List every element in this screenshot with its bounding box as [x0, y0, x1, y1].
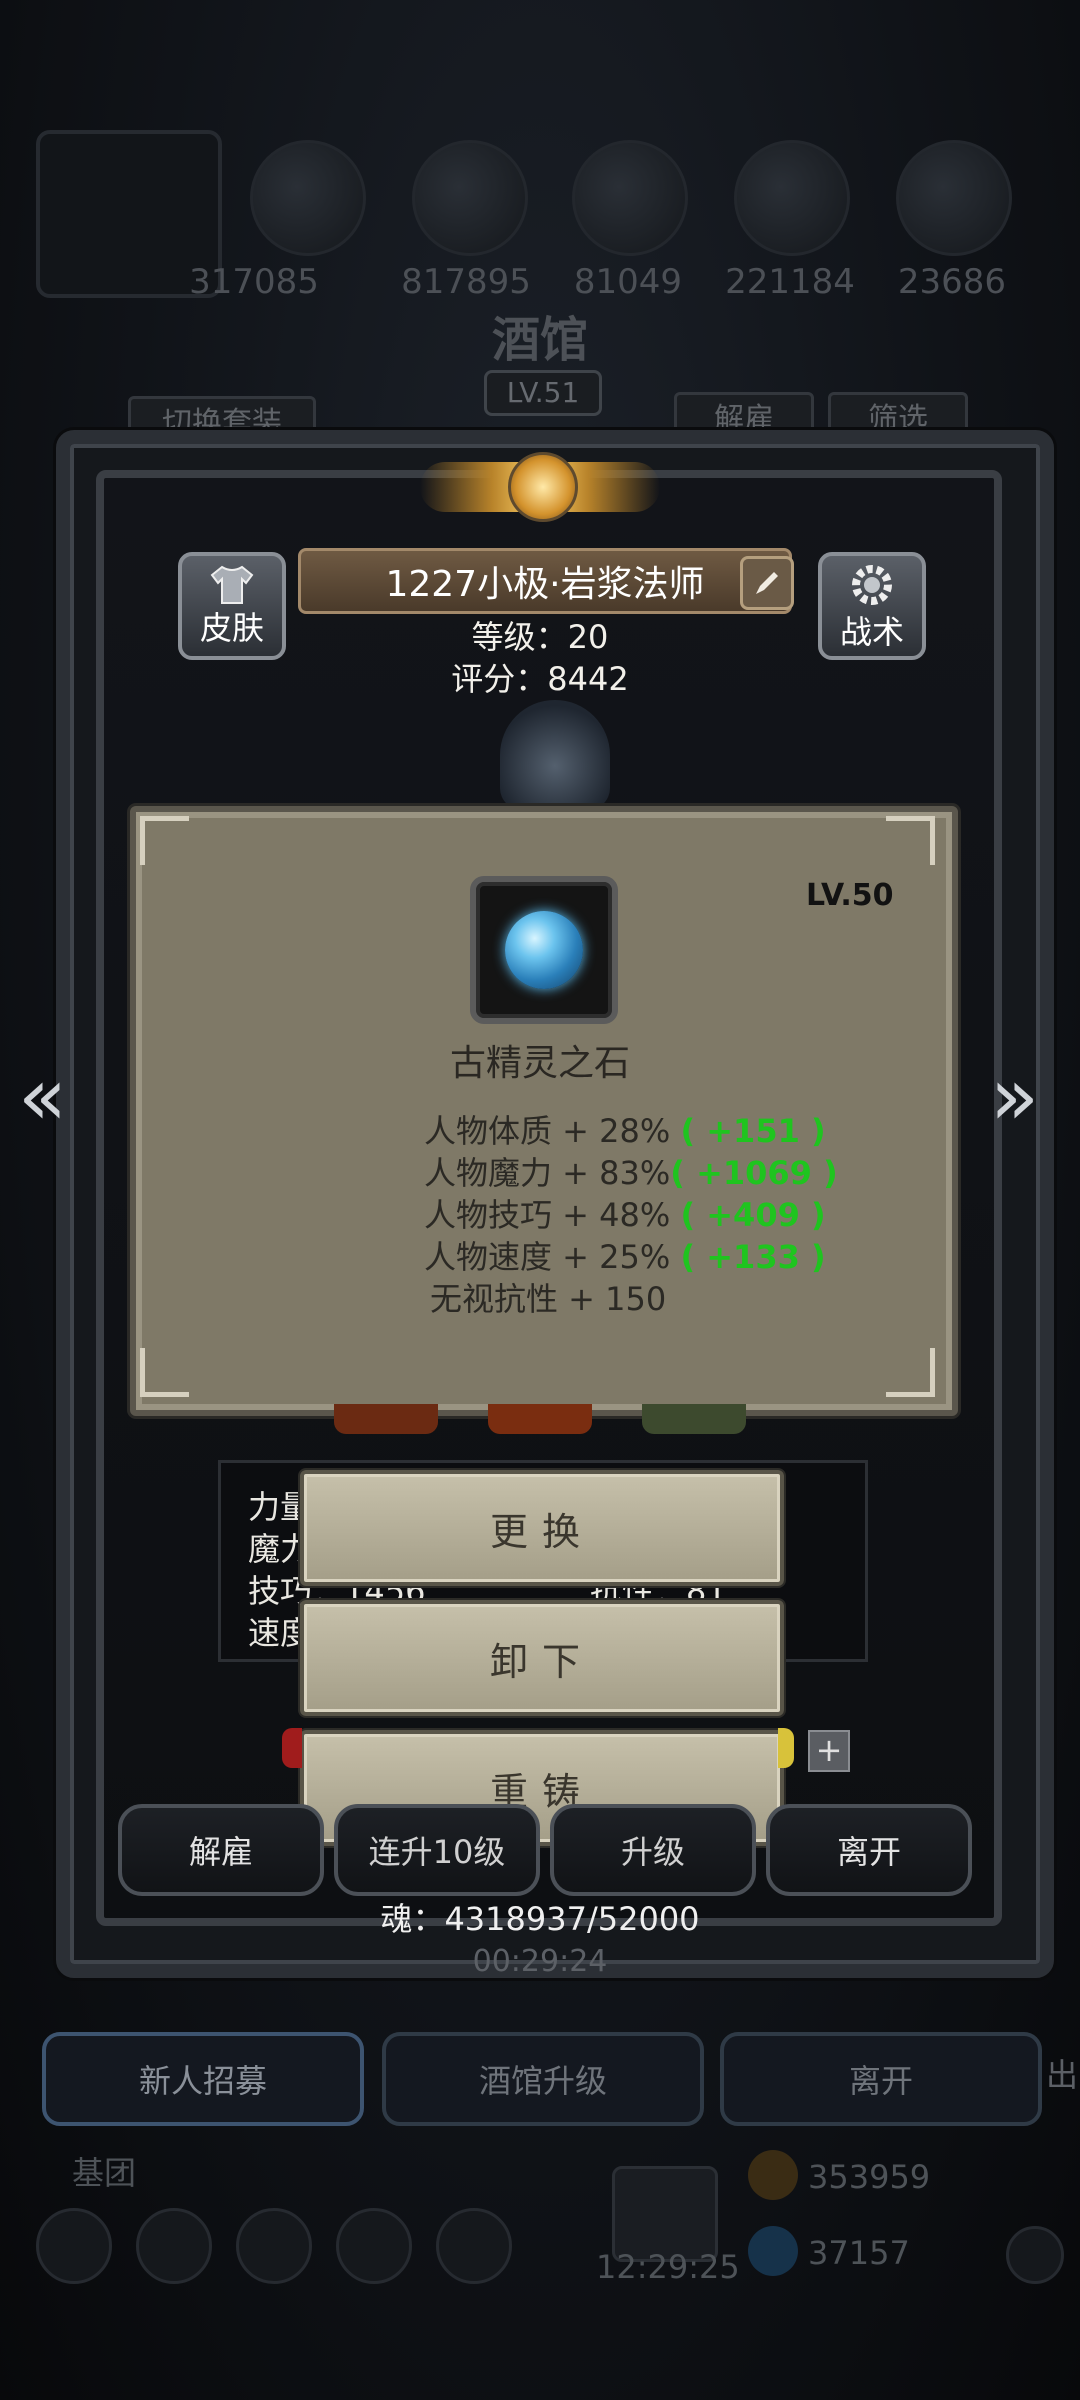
tavern-level-badge: LV.51 [484, 370, 602, 416]
item-icon-slot [470, 876, 618, 1024]
leave-button[interactable]: 离开 [766, 1804, 972, 1896]
attribute-bonus: ( +133 ) [680, 1238, 826, 1276]
tavern-title: 酒馆 [491, 312, 588, 368]
popup-corner [140, 1348, 189, 1397]
tavern-leave-button[interactable]: 离开 [720, 2032, 1042, 2126]
exp-bar [282, 1728, 302, 1768]
gem-amount: 37157 [808, 2234, 910, 2272]
shirt-icon [210, 565, 254, 604]
footer-clock: 12:29:25 [596, 2248, 740, 2286]
footer-icon-1[interactable] [36, 2208, 112, 2284]
resource-icon-1 [250, 140, 366, 256]
resource-icon-3 [572, 140, 688, 256]
resource-value-4: 221184 [725, 262, 855, 302]
attribute-bonus: ( +409 ) [680, 1196, 826, 1234]
emblem-icon [508, 452, 578, 522]
level-up-10-button[interactable]: 连升10级 [334, 1804, 540, 1896]
hero-score: 评分：8442 [451, 660, 629, 698]
group-label: 基团 [72, 2154, 137, 2192]
gold-coin-icon [748, 2150, 798, 2200]
attribute-text: 人物技巧 + 48% [424, 1196, 681, 1234]
footer-icon-3[interactable] [236, 2208, 312, 2284]
item-name: 古精灵之石 [449, 1043, 630, 1084]
gear-icon [852, 565, 892, 605]
item-attribute: 人物魔力 + 83%( +1069 ) [424, 1148, 838, 1194]
tactics-button[interactable]: 战术 [818, 552, 926, 660]
resource-value-5: 23686 [897, 262, 1007, 302]
popup-corner [140, 816, 189, 865]
hero-name-plate: 1227小极·岩浆法师 [298, 548, 792, 614]
footer-icon-2[interactable] [136, 2208, 212, 2284]
attribute-bonus: ( +151 ) [680, 1112, 826, 1150]
item-attribute: 人物速度 + 25% ( +133 ) [424, 1232, 826, 1278]
resource-icon-4 [734, 140, 850, 256]
equip-slot-3[interactable] [642, 1404, 746, 1434]
upgrade-button[interactable]: 升级 [550, 1804, 756, 1896]
add-currency-icon[interactable] [1006, 2226, 1064, 2284]
attribute-text: 无视抗性 + 150 [430, 1280, 667, 1318]
item-attribute: 人物体质 + 28% ( +151 ) [424, 1106, 826, 1152]
item-level: LV.50 [806, 878, 894, 913]
attribute-text: 人物体质 + 28% [424, 1112, 681, 1150]
tavern-upgrade-button[interactable]: 酒馆升级 [382, 2032, 704, 2126]
gem-icon [505, 911, 583, 989]
edit-icon [756, 572, 778, 594]
resource-value-1: 317085 [189, 262, 319, 302]
equip-slot-1[interactable] [334, 1404, 438, 1434]
attribute-text: 人物魔力 + 83% [424, 1154, 671, 1192]
side-tab[interactable]: 出 [1046, 2050, 1078, 2096]
exp-bar-fill [778, 1728, 794, 1768]
resource-icon-5 [896, 140, 1012, 256]
recruit-button[interactable]: 新人招募 [42, 2032, 364, 2126]
hero-level: 等级：20 [471, 618, 609, 656]
attribute-text: 人物速度 + 25% [424, 1238, 681, 1276]
skin-label: 皮肤 [199, 609, 264, 647]
resource-value-2: 817895 [401, 262, 531, 302]
skin-button[interactable]: 皮肤 [178, 552, 286, 660]
resource-value-3: 81049 [573, 262, 683, 302]
item-attribute: 人物技巧 + 48% ( +409 ) [424, 1190, 826, 1236]
hero-name: 1227小极·岩浆法师 [385, 564, 705, 605]
unequip-button[interactable]: 卸下 [300, 1600, 784, 1716]
item-attribute: 无视抗性 + 150 [430, 1274, 666, 1320]
gem-currency-icon [748, 2226, 798, 2276]
resource-icon-2 [412, 140, 528, 256]
popup-corner [886, 1348, 935, 1397]
popup-corner [886, 816, 935, 865]
replace-button[interactable]: 更换 [300, 1470, 784, 1586]
footer-icon-5[interactable] [436, 2208, 512, 2284]
dismiss-button[interactable]: 解雇 [118, 1804, 324, 1896]
soul-counter: 魂：4318937/52000 [380, 1900, 700, 1938]
gold-amount: 353959 [808, 2158, 931, 2196]
attribute-bonus: ( +1069 ) [670, 1154, 838, 1192]
hero-portrait [500, 700, 610, 810]
rename-button[interactable] [740, 556, 794, 610]
tactics-label: 战术 [839, 613, 904, 651]
add-exp-button[interactable]: + [808, 1730, 850, 1772]
timer: 00:29:24 [472, 1944, 608, 1979]
equip-slot-2[interactable] [488, 1404, 592, 1434]
footer-icon-4[interactable] [336, 2208, 412, 2284]
